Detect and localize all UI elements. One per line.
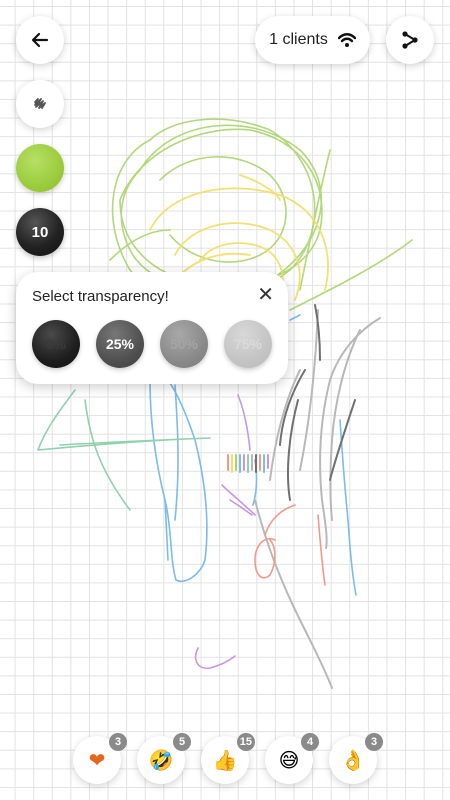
reaction-rofl-button[interactable]: 🤣 5: [137, 733, 191, 784]
reaction-grin-sweat-button[interactable]: 😅 4: [265, 733, 319, 784]
reaction-thumbs-up-button[interactable]: 👍 15: [201, 733, 255, 784]
close-icon[interactable]: ✕: [257, 284, 274, 306]
drawing-canvas[interactable]: [0, 0, 450, 800]
clients-indicator[interactable]: 1 clients: [255, 16, 370, 64]
reaction-count: 5: [173, 733, 191, 751]
transparency-option-0[interactable]: 0%: [32, 320, 80, 368]
transparency-popup: Select transparency! ✕ 0% 25% 50% 75%: [16, 272, 288, 384]
arrow-left-icon: [31, 32, 49, 48]
transparency-option-50[interactable]: 50%: [160, 320, 208, 368]
popup-title: Select transparency!: [32, 288, 169, 305]
ok-hand-icon: 👌: [340, 748, 366, 772]
reaction-heart-button[interactable]: ❤ 3: [73, 733, 127, 784]
wifi-icon: [337, 33, 356, 47]
option-label: 25%: [105, 336, 135, 352]
scribble-brush-icon: [34, 98, 46, 109]
brush-tool-button[interactable]: [16, 80, 64, 128]
grin-sweat-emoji-icon: 😅: [278, 748, 300, 772]
reaction-count: 3: [109, 733, 127, 751]
back-button[interactable]: [16, 16, 64, 64]
reaction-count: 4: [301, 733, 319, 751]
reaction-count: 3: [365, 733, 383, 751]
transparency-option-25[interactable]: 25%: [96, 320, 144, 368]
color-picker-button[interactable]: [16, 144, 64, 192]
rofl-emoji-icon: 🤣: [148, 748, 174, 772]
brush-size-value: 10: [31, 223, 49, 241]
share-icon: [402, 31, 418, 49]
share-button[interactable]: [386, 16, 434, 64]
brush-size-button[interactable]: 10: [16, 208, 64, 256]
option-label: 50%: [169, 336, 199, 352]
option-label: 75%: [233, 336, 263, 352]
reaction-ok-hand-button[interactable]: 👌 3: [329, 733, 383, 784]
reaction-count: 15: [236, 733, 255, 751]
transparency-option-75[interactable]: 75%: [224, 320, 272, 368]
thumbs-up-icon: 👍: [212, 748, 238, 772]
clients-label: 1 clients: [269, 31, 328, 48]
heart-icon: ❤: [88, 748, 106, 772]
option-label: 0%: [45, 336, 67, 352]
